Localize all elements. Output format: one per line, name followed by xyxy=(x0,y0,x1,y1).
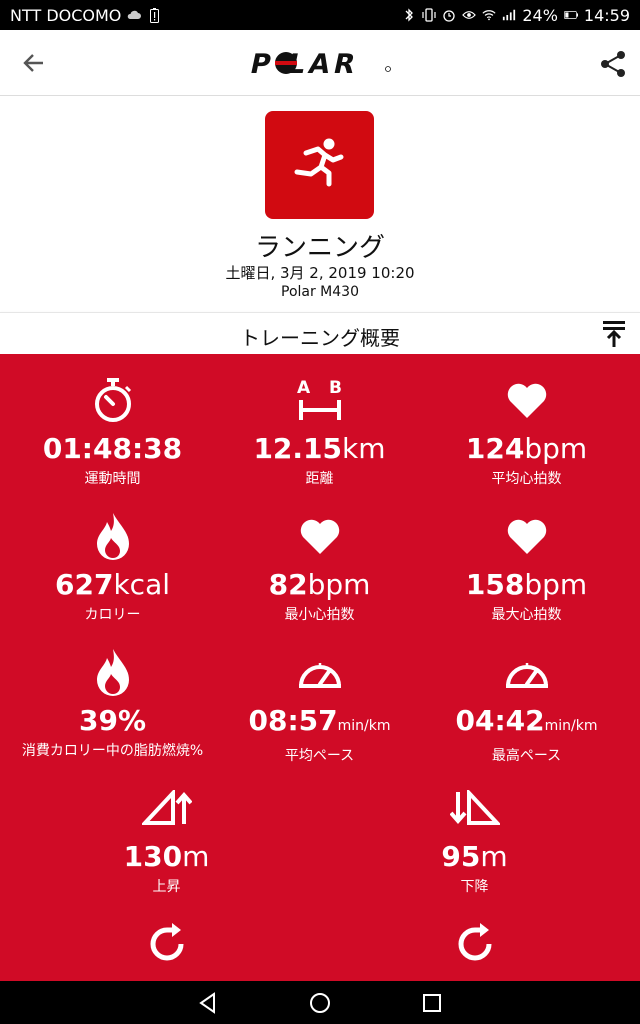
stat-unit: bpm xyxy=(307,568,371,601)
stat-avg-pace: 08:57min/km 平均ペース xyxy=(213,648,426,765)
stat-value: 95 xyxy=(441,840,481,873)
stat-unit: bpm xyxy=(524,432,588,465)
stat-value: 12.15 xyxy=(253,432,343,465)
cadence-icon xyxy=(145,922,189,970)
svg-text:A: A xyxy=(297,378,311,398)
vibrate-icon xyxy=(422,8,436,22)
stat-value: 39% xyxy=(78,704,147,737)
stat-value: 124 xyxy=(465,432,525,465)
heart-icon xyxy=(506,381,548,423)
speedometer-icon xyxy=(504,654,550,694)
bluetooth-icon xyxy=(402,8,416,22)
status-bar: NTT DOCOMO 24% 14:59 xyxy=(0,0,640,30)
heart-icon xyxy=(506,517,548,559)
stat-label: 最高ペース xyxy=(491,748,562,764)
stat-label: 平均ペース xyxy=(284,748,355,764)
stat-max-hr: 158bpm 最大心拍数 xyxy=(420,512,633,624)
stat-value: 130 xyxy=(123,840,183,873)
nav-recents-icon[interactable] xyxy=(418,989,446,1017)
stat-distance: AB 12.15km 距離 xyxy=(213,376,426,488)
stat-label: 最大心拍数 xyxy=(491,607,562,623)
ascent-icon xyxy=(139,787,193,830)
sport-name: ランニング xyxy=(254,233,385,263)
stat-value: 627 xyxy=(55,568,114,601)
stat-unit: m xyxy=(182,840,210,873)
stat-unit: min/km xyxy=(544,718,598,734)
stat-label: 距離 xyxy=(305,471,334,487)
distance-ab-icon: AB xyxy=(295,377,345,427)
signal-icon xyxy=(502,8,516,22)
running-person-icon xyxy=(288,138,352,192)
stat-descent: 95m 下降 xyxy=(368,784,581,896)
carrier-name: NTT DOCOMO xyxy=(10,5,122,25)
stat-duration: 01:48:38 運動時間 xyxy=(6,376,219,488)
stopwatch-icon xyxy=(92,377,134,427)
stat-label: 最小心拍数 xyxy=(284,607,355,623)
nav-back-icon[interactable] xyxy=(194,989,222,1017)
stat-ascent: 130m 上昇 xyxy=(60,784,273,896)
stat-unit: km xyxy=(342,432,386,465)
svg-text:B: B xyxy=(329,378,342,398)
battery-alert-icon xyxy=(147,7,161,23)
sport-tile xyxy=(265,111,374,219)
battery-icon xyxy=(563,8,578,22)
stat-value: 82 xyxy=(268,568,308,601)
stat-label: カロリー xyxy=(84,607,141,623)
stat-value: 01:48:38 xyxy=(42,432,183,465)
speedometer-icon xyxy=(297,654,343,694)
cadence-icon xyxy=(453,922,497,970)
stat-unit: kcal xyxy=(113,568,170,601)
system-nav-bar xyxy=(0,981,640,1024)
stat-value: 04:42 xyxy=(455,704,545,737)
stat-label: 消費カロリー中の脂肪燃焼% xyxy=(21,743,204,759)
stat-avg-hr: 124bpm 平均心拍数 xyxy=(420,376,633,488)
stats-panel: 01:48:38 運動時間 AB 12.15km 距離 124bpm 平均心拍数… xyxy=(0,354,640,981)
stat-unit: bpm xyxy=(524,568,588,601)
back-arrow-icon[interactable] xyxy=(18,47,50,79)
training-summary-bar: トレーニング概要 xyxy=(0,312,640,354)
session-date: 土曜日, 3月 2, 2019 10:20 xyxy=(225,264,415,282)
eye-icon xyxy=(462,8,477,22)
flame-icon xyxy=(96,648,130,700)
cloud-icon xyxy=(127,8,142,22)
stat-value: 08:57 xyxy=(248,704,338,737)
svg-text:P LAR: P LAR xyxy=(248,49,362,77)
stat-min-hr: 82bpm 最小心拍数 xyxy=(213,512,426,624)
stat-fat-burn: 39% 消費カロリー中の脂肪燃焼% xyxy=(6,648,219,760)
stat-label: 下降 xyxy=(460,879,489,895)
stat-label: 運動時間 xyxy=(84,471,141,487)
stat-label: 上昇 xyxy=(152,879,181,895)
app-bar: P LAR xyxy=(0,30,640,96)
stat-label: 平均心拍数 xyxy=(491,471,562,487)
heart-icon xyxy=(299,517,341,559)
stat-value: 158 xyxy=(465,568,525,601)
flame-icon xyxy=(96,512,130,564)
polar-logo: P LAR xyxy=(248,49,393,77)
stat-unit: min/km xyxy=(337,718,391,734)
battery-percent: 24% xyxy=(522,5,558,25)
export-icon[interactable] xyxy=(600,319,628,349)
share-icon[interactable] xyxy=(596,47,630,81)
session-summary: ランニング 土曜日, 3月 2, 2019 10:20 Polar M430 xyxy=(0,96,640,312)
stat-cadence-avg xyxy=(60,920,273,976)
stat-calories: 627kcal カロリー xyxy=(6,512,219,624)
wifi-icon xyxy=(482,8,496,22)
clock: 14:59 xyxy=(583,5,630,25)
stat-max-pace: 04:42min/km 最高ペース xyxy=(420,648,633,765)
section-title: トレーニング概要 xyxy=(240,326,400,350)
nav-home-icon[interactable] xyxy=(306,989,334,1017)
descent-icon xyxy=(448,787,502,830)
device-name: Polar M430 xyxy=(281,284,359,300)
stat-unit: m xyxy=(480,840,508,873)
stat-cadence-max xyxy=(368,920,581,976)
alarm-icon xyxy=(442,8,456,22)
